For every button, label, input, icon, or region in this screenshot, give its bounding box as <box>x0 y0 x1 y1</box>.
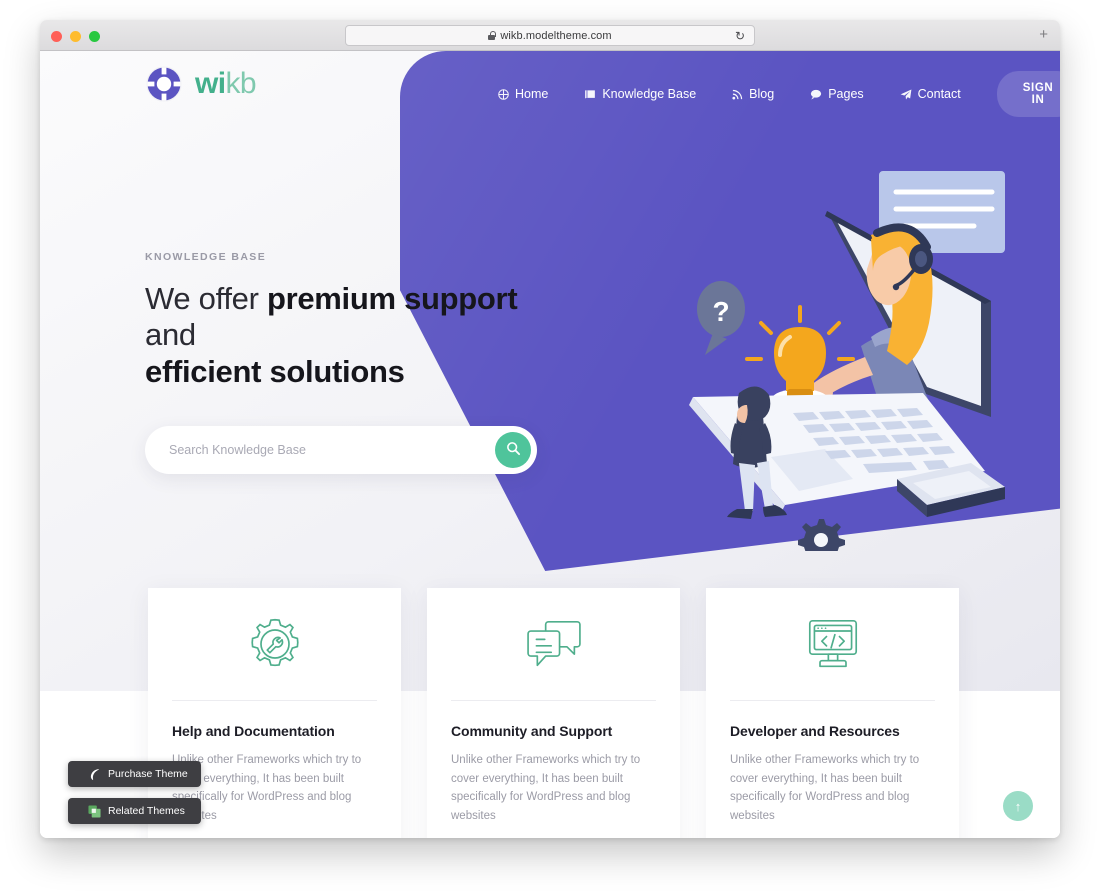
address-bar[interactable]: wikb.modeltheme.com ↻ <box>345 25 755 46</box>
floating-theme-buttons: Purchase Theme Related Themes <box>68 761 201 824</box>
url-text: wikb.modeltheme.com <box>500 29 612 42</box>
nav-item-contact[interactable]: Contact <box>882 82 979 106</box>
nav-label-pages: Pages <box>828 87 864 101</box>
nav-item-blog[interactable]: Blog <box>714 82 792 106</box>
card-divider-top <box>451 700 656 701</box>
search-input[interactable] <box>145 442 465 457</box>
envato-leaf-icon <box>88 768 101 781</box>
card-title: Developer and Resources <box>730 723 900 739</box>
reload-icon[interactable]: ↻ <box>735 30 745 43</box>
nav-item-knowledge-base[interactable]: Knowledge Base <box>566 82 714 106</box>
site-header: wikb Home Knowledge Base Blog Pages Cont… <box>40 51 1060 117</box>
code-monitor-icon <box>730 588 935 700</box>
hero-title-bold-2: efficient solutions <box>145 353 405 389</box>
search-button[interactable] <box>495 431 531 468</box>
lifebuoy-icon <box>145 65 183 103</box>
hero-title-bold-1: premium support <box>266 281 518 316</box>
feature-card[interactable]: Community and Support Unlike other Frame… <box>427 588 680 838</box>
card-divider-top <box>730 700 935 701</box>
main-navigation: Home Knowledge Base Blog Pages Contact S… <box>480 71 1060 117</box>
nav-item-pages[interactable]: Pages <box>792 82 881 106</box>
new-tab-button[interactable]: + <box>1039 27 1048 42</box>
globe-icon <box>498 88 509 100</box>
nav-label-blog: Blog <box>749 87 775 101</box>
gear-wrench-icon <box>172 588 377 700</box>
window-minimize-button[interactable] <box>70 31 81 42</box>
lock-icon <box>488 31 496 40</box>
themes-stack-icon <box>88 804 101 818</box>
card-title: Community and Support <box>451 723 613 739</box>
card-divider-top <box>172 700 377 701</box>
hero-illustration: ? <box>675 161 1015 566</box>
book-icon <box>584 89 596 100</box>
paper-plane-icon <box>900 89 912 100</box>
purchase-theme-label: Purchase Theme <box>108 768 188 780</box>
card-title: Help and Documentation <box>172 723 335 739</box>
card-description: Unlike other Frameworks which try to cov… <box>730 754 920 822</box>
search-icon <box>506 441 521 459</box>
feature-card[interactable]: Developer and Resources Unlike other Fra… <box>706 588 959 838</box>
rss-icon <box>732 89 743 100</box>
site-logo[interactable]: wikb <box>145 65 257 103</box>
sign-in-button[interactable]: SIGN IN <box>996 71 1060 117</box>
browser-chrome: wikb.modeltheme.com ↻ + <box>40 20 1060 51</box>
nav-label-contact: Contact <box>917 87 961 101</box>
page-viewport: wikb Home Knowledge Base Blog Pages Cont… <box>40 51 1060 838</box>
chat-bubbles-icon <box>451 588 656 700</box>
logo-text-secondary: kb <box>225 67 256 100</box>
nav-item-home[interactable]: Home <box>480 82 566 106</box>
hero-title-plain: We offer <box>145 281 267 316</box>
comment-icon <box>810 89 822 100</box>
browser-window: wikb.modeltheme.com ↻ + wikb Home Knowle… <box>40 20 1060 838</box>
logo-text-primary: wi <box>195 67 226 100</box>
purchase-theme-button[interactable]: Purchase Theme <box>68 761 201 787</box>
card-description: Unlike other Frameworks which try to cov… <box>451 754 641 822</box>
window-close-button[interactable] <box>51 31 62 42</box>
card-description: Unlike other Frameworks which try to cov… <box>172 754 362 822</box>
traffic-lights <box>51 31 100 42</box>
related-themes-button[interactable]: Related Themes <box>68 798 201 824</box>
nav-label-home: Home <box>515 87 549 101</box>
feature-cards: Help and Documentation Unlike other Fram… <box>148 588 960 838</box>
scroll-to-top-button[interactable]: ↑ <box>1003 791 1033 821</box>
knowledge-base-search <box>145 425 537 474</box>
nav-label-knowledge-base: Knowledge Base <box>602 87 697 101</box>
arrow-up-icon: ↑ <box>1014 798 1022 814</box>
hero-title: We offer premium support and efficient s… <box>145 281 575 390</box>
related-themes-label: Related Themes <box>108 805 185 817</box>
hero-eyebrow: KNOWLEDGE BASE <box>145 251 267 263</box>
hero-content: KNOWLEDGE BASE We offer premium support … <box>145 251 575 474</box>
logo-wordmark: wikb <box>195 67 257 100</box>
svg-text:?: ? <box>712 296 729 327</box>
hero-title-tail: and <box>145 317 196 353</box>
window-maximize-button[interactable] <box>89 31 100 42</box>
